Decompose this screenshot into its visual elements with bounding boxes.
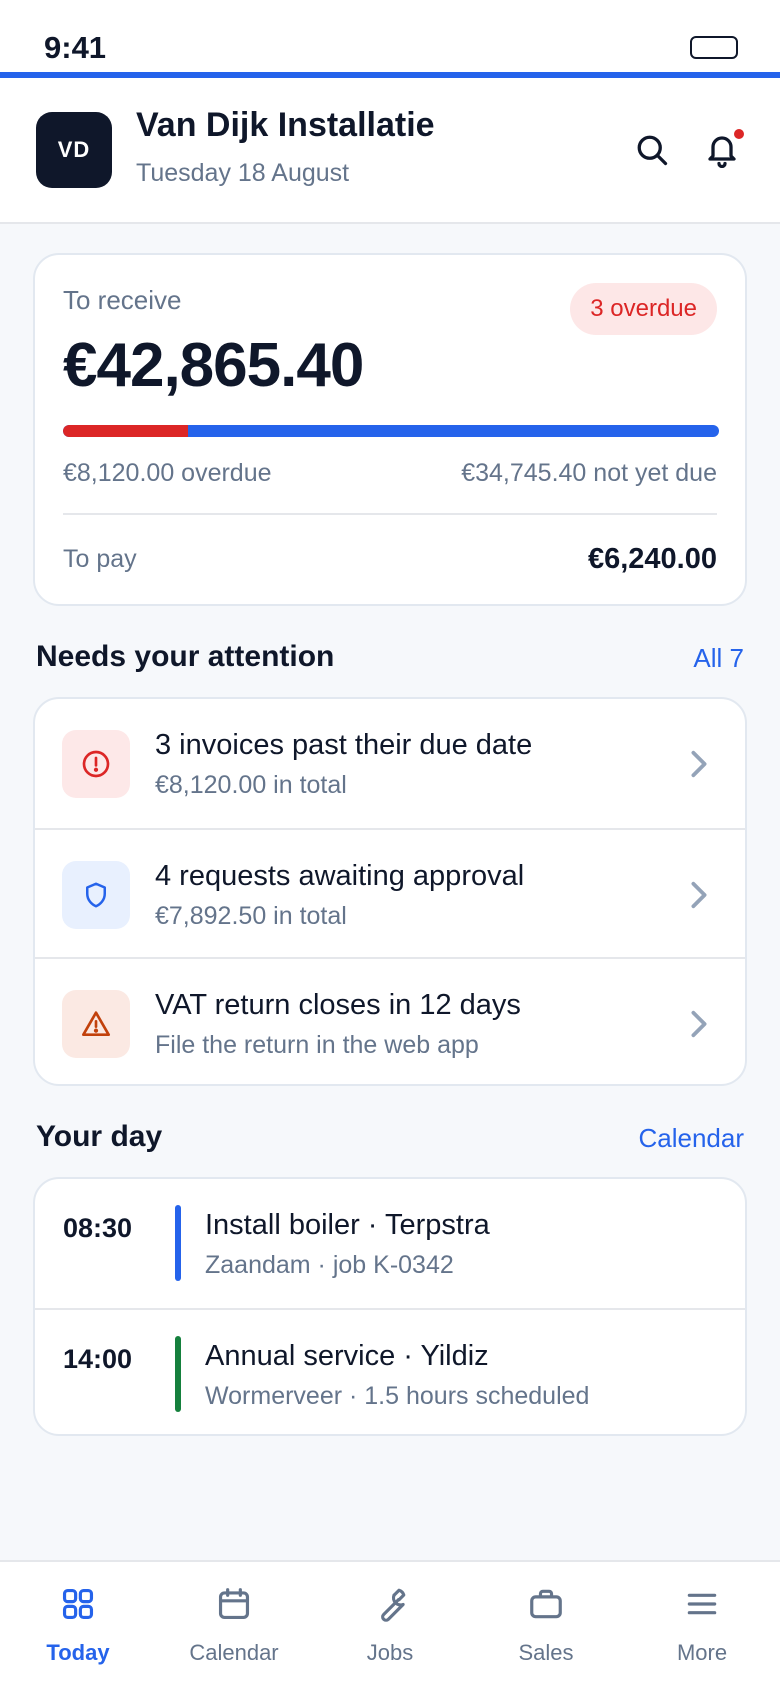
divider (63, 513, 717, 515)
schedule-color-bar (175, 1336, 181, 1412)
to-receive-label: To receive (63, 285, 182, 315)
list-item-title: VAT return closes in 12 days (155, 989, 521, 1021)
to-pay-label: To pay (63, 545, 137, 573)
overdue-amount: €8,120.00 overdue (63, 459, 272, 487)
header-date: Tuesday 18 August (136, 159, 350, 187)
receivables-card[interactable]: To receive 3 overdue €42,865.40 €8,120.0… (33, 253, 747, 606)
list-item-title: 4 requests awaiting approval (155, 860, 525, 892)
app-header: VD Van Dijk Installatie Tuesday 18 Augus… (0, 78, 780, 224)
to-pay-amount: €6,240.00 (587, 543, 717, 575)
schedule-title: Annual service · Yildiz (205, 1340, 489, 1372)
menu-icon (680, 1582, 724, 1626)
attention-item-vat-return[interactable]: VAT return closes in 12 days File the re… (35, 957, 745, 1084)
warning-triangle-icon (62, 990, 130, 1058)
status-time: 9:41 (44, 30, 107, 65)
not-due-amount: €34,745.40 not yet due (461, 459, 717, 487)
company-name: Van Dijk Installatie (136, 106, 435, 144)
schedule-color-bar (175, 1205, 181, 1281)
chevron-right-icon (691, 1010, 707, 1038)
list-item-subtitle: File the return in the web app (155, 1031, 479, 1059)
battery-icon (690, 36, 738, 59)
wrench-icon (368, 1582, 412, 1626)
attention-all-link[interactable]: All 7 (693, 643, 744, 674)
list-item-subtitle: €8,120.00 in total (155, 771, 347, 799)
grid-icon (56, 1582, 100, 1626)
notifications-button[interactable] (700, 127, 746, 172)
bottom-tab-bar: Today Calendar Jobs Sales More (0, 1560, 780, 1688)
tab-jobs[interactable]: Jobs (312, 1562, 468, 1688)
chevron-right-icon (691, 750, 707, 778)
tab-label: Today (46, 1640, 110, 1665)
calendar-link[interactable]: Calendar (638, 1123, 744, 1154)
search-button[interactable] (630, 128, 674, 172)
schedule-subtitle: Wormerveer · 1.5 hours scheduled (205, 1382, 590, 1410)
status-bar: 9:41 (0, 0, 780, 78)
schedule-title: Install boiler · Terpstra (205, 1209, 490, 1241)
attention-item-overdue-invoices[interactable]: 3 invoices past their due date €8,120.00… (35, 699, 745, 828)
chevron-right-icon (691, 881, 707, 909)
receive-amount: €42,865.40 (63, 331, 364, 400)
tab-more[interactable]: More (624, 1562, 780, 1688)
calendar-icon (212, 1582, 256, 1626)
attention-list: 3 invoices past their due date €8,120.00… (33, 697, 747, 1086)
schedule-item[interactable]: 08:30 Install boiler · Terpstra Zaandam … (35, 1179, 745, 1308)
tab-today[interactable]: Today (0, 1562, 156, 1688)
day-schedule-list: 08:30 Install boiler · Terpstra Zaandam … (33, 1177, 747, 1436)
tab-label: Sales (518, 1640, 574, 1665)
tab-sales[interactable]: Sales (468, 1562, 624, 1688)
tab-label: Jobs (366, 1640, 414, 1665)
overdue-badge[interactable]: 3 overdue (570, 283, 717, 335)
briefcase-icon (524, 1582, 568, 1626)
notification-dot (732, 127, 746, 141)
schedule-subtitle: Zaandam · job K-0342 (205, 1251, 454, 1279)
tab-label: More (676, 1640, 728, 1665)
list-item-title: 3 invoices past their due date (155, 729, 533, 761)
list-item-subtitle: €7,892.50 in total (155, 902, 347, 930)
tab-calendar[interactable]: Calendar (156, 1562, 312, 1688)
schedule-time: 14:00 (63, 1344, 133, 1374)
company-avatar[interactable]: VD (36, 112, 112, 188)
receivables-progress-bar (63, 425, 719, 437)
schedule-item[interactable]: 14:00 Annual service · Yildiz Wormerveer… (35, 1308, 745, 1434)
alert-circle-icon (62, 730, 130, 798)
schedule-time: 08:30 (63, 1213, 133, 1243)
attention-section-title: Needs your attention (36, 640, 335, 673)
attention-item-approvals[interactable]: 4 requests awaiting approval €7,892.50 i… (35, 828, 745, 957)
shield-icon (62, 861, 130, 929)
day-section-title: Your day (36, 1120, 163, 1153)
search-icon (637, 135, 668, 166)
tab-label: Calendar (189, 1640, 279, 1665)
progress-overdue-segment (63, 425, 188, 437)
